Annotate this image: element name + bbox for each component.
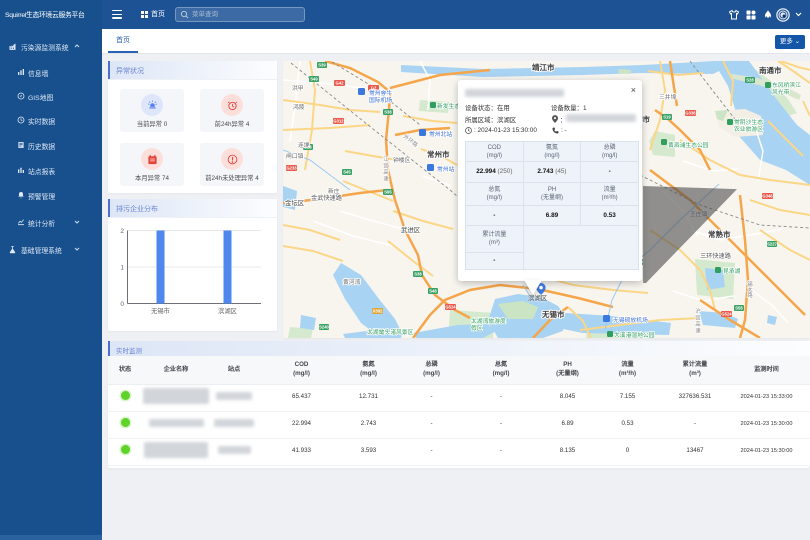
svg-text:1: 1 xyxy=(120,265,124,272)
svg-text:金武快速路: 金武快速路 xyxy=(311,194,343,202)
svg-text:2: 2 xyxy=(120,228,124,235)
svg-text:滨湖区: 滨湖区 xyxy=(218,306,237,315)
svg-text:国际机场: 国际机场 xyxy=(369,96,392,104)
svg-text:S45: S45 xyxy=(343,170,351,175)
svg-text:S39: S39 xyxy=(318,63,326,68)
svg-text:S95: S95 xyxy=(384,190,392,195)
svg-text:黄河湾: 黄河湾 xyxy=(343,278,361,286)
svg-text:S240: S240 xyxy=(319,325,329,330)
svg-text:常熟市: 常熟市 xyxy=(708,229,731,239)
svg-text:S38: S38 xyxy=(414,272,422,277)
svg-text:江宜高速: 江宜高速 xyxy=(382,156,389,183)
svg-text:常州市: 常州市 xyxy=(427,149,450,159)
svg-text:三环快速路: 三环快速路 xyxy=(700,252,732,260)
svg-text:假区: 假区 xyxy=(471,324,483,332)
svg-text:S227: S227 xyxy=(767,242,777,247)
svg-text:太湖湾旅游度: 太湖湾旅游度 xyxy=(471,317,506,325)
svg-text:昆承湖: 昆承湖 xyxy=(723,267,741,275)
svg-text:常州奔牛: 常州奔牛 xyxy=(369,89,392,97)
svg-text:无锡市: 无锡市 xyxy=(541,309,565,319)
svg-text:常州站: 常州站 xyxy=(437,165,455,173)
svg-text:X302: X302 xyxy=(373,309,383,314)
svg-text:黄泗浦生态公园: 黄泗浦生态公园 xyxy=(668,141,709,149)
svg-text:靖江市: 靖江市 xyxy=(532,62,555,72)
svg-text:G336: G336 xyxy=(685,111,696,116)
svg-text:风光带: 风光带 xyxy=(772,88,790,96)
svg-text:G346: G346 xyxy=(762,194,773,199)
svg-text:南通市: 南通市 xyxy=(759,65,782,75)
svg-text:S58: S58 xyxy=(735,306,743,311)
svg-text:钟楼区: 钟楼区 xyxy=(393,156,411,164)
svg-text:常阴沙生态: 常阴沙生态 xyxy=(734,118,763,126)
svg-text:S38: S38 xyxy=(384,110,392,115)
svg-text:鸿陵: 鸿陵 xyxy=(293,103,305,111)
svg-text:常州北站: 常州北站 xyxy=(429,130,452,138)
svg-text:农业旅游区: 农业旅游区 xyxy=(734,125,763,133)
svg-text:大溪港湿地公园: 大溪港湿地公园 xyxy=(614,331,655,338)
svg-text:东风桥滨江: 东风桥滨江 xyxy=(772,81,801,89)
svg-text:G312: G312 xyxy=(333,119,344,124)
svg-text:无锡市: 无锡市 xyxy=(151,306,170,315)
svg-text:锡太路: 锡太路 xyxy=(746,280,753,299)
svg-text:S49: S49 xyxy=(310,77,318,82)
svg-text:连埂: 连埂 xyxy=(298,141,310,149)
svg-text:S28: S28 xyxy=(746,78,754,83)
svg-text:G524: G524 xyxy=(721,312,732,317)
svg-text:S19: S19 xyxy=(663,115,671,120)
svg-text:金坛区: 金坛区 xyxy=(285,198,305,207)
svg-text:无锡硕放机场: 无锡硕放机场 xyxy=(613,316,648,324)
svg-text:沪宜高速: 沪宜高速 xyxy=(694,307,701,335)
svg-text:闸口镇: 闸口镇 xyxy=(286,152,304,160)
svg-text:三井埠: 三井埠 xyxy=(659,93,677,101)
svg-text:G42: G42 xyxy=(336,81,345,86)
svg-text:新庄: 新庄 xyxy=(328,187,340,195)
svg-text:G2: G2 xyxy=(371,86,377,91)
svg-text:0: 0 xyxy=(120,301,124,308)
svg-text:太湖鼋头渚风景区: 太湖鼋头渚风景区 xyxy=(367,328,414,336)
svg-text:G233: G233 xyxy=(286,166,297,171)
svg-text:S48: S48 xyxy=(429,289,437,294)
svg-text:洪甲: 洪甲 xyxy=(292,84,304,92)
svg-text:G524: G524 xyxy=(445,305,456,310)
svg-text:武进区: 武进区 xyxy=(401,225,421,234)
